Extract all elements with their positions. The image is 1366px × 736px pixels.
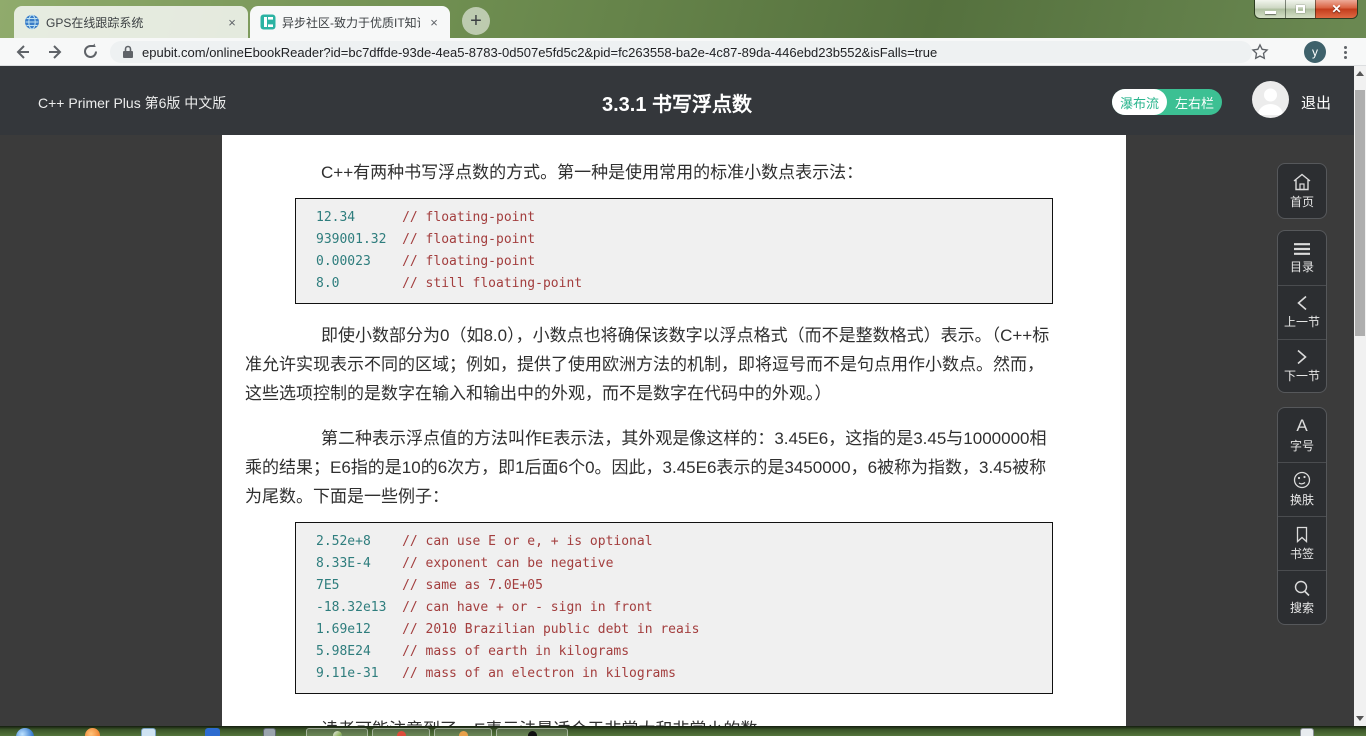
rail-search-button[interactable]: 搜索 [1278, 570, 1326, 624]
tab-title: 异步社区-致力于优质IT知识的出 [282, 15, 420, 30]
taskbar-app-icon[interactable] [85, 728, 100, 736]
restore-icon [1296, 5, 1305, 13]
new-tab-button[interactable]: + [462, 7, 490, 35]
rail-bookmark-button[interactable]: 书签 [1278, 516, 1326, 570]
taskbar-app-icon[interactable] [141, 728, 156, 736]
person-icon [1258, 88, 1283, 115]
book-content: C++有两种书写浮点数的方式。第一种是使用常用的标准小数点表示法： 12.34/… [222, 135, 1126, 726]
browser-tab-epubit-active[interactable]: 异步社区-致力于优质IT知识的出 × [250, 6, 450, 38]
toggle-columns[interactable]: 左右栏 [1167, 89, 1222, 115]
paragraph: 即使小数部分为0（如8.0），小数点也将确保该数字以浮点格式（而不是整数格式）表… [245, 326, 1050, 403]
start-orb-icon[interactable] [16, 728, 34, 736]
code-line: 9.11e-31// mass of an electron in kilogr… [316, 666, 677, 681]
close-icon: ✕ [1331, 2, 1342, 16]
minimize-button[interactable] [1255, 0, 1285, 18]
rail-theme-button[interactable]: 换肤 [1278, 462, 1326, 516]
windows-taskbar [0, 726, 1366, 736]
paragraph: 读者可能注意到了，E表示法最适合于非常大和非常小的数。 [245, 715, 1050, 726]
home-icon [1293, 173, 1311, 190]
code-line: 939001.32// floating-point [316, 232, 536, 247]
tray-icon[interactable] [1300, 728, 1314, 736]
bookmark-icon [1296, 526, 1308, 543]
chevron-right-icon [1297, 349, 1307, 365]
rail-prev-section-button[interactable]: 上一节 [1278, 285, 1326, 339]
menu-icon [1294, 242, 1310, 255]
restore-button[interactable] [1285, 0, 1315, 18]
rail-label: 书签 [1289, 546, 1314, 561]
code-line: 1.69e12// 2010 Brazilian public debt in … [316, 622, 700, 637]
lock-icon [123, 45, 133, 58]
address-bar[interactable]: epubit.com/onlineEbookReader?id=bc7dffde… [110, 41, 1252, 63]
refresh-button[interactable] [78, 40, 102, 64]
taskbar-app-button[interactable] [496, 728, 568, 736]
page-scrollbar [1354, 66, 1366, 726]
taskbar-app-button[interactable] [434, 728, 492, 736]
epubit-favicon-icon [260, 14, 276, 30]
logout-button[interactable]: 退出 [1301, 92, 1331, 113]
browser-menu-icon[interactable] [1336, 42, 1354, 62]
tab-title: GPS在线跟踪系统 [46, 15, 144, 30]
tab-close-icon[interactable]: × [426, 14, 442, 30]
tab-close-icon[interactable]: × [224, 14, 240, 30]
rail-toc-button[interactable]: 目录 [1278, 231, 1326, 285]
browser-tab-gps[interactable]: GPS在线跟踪系统 × [14, 6, 248, 38]
code-line: 2.52e+8// can use E or e, + is optional [316, 534, 653, 549]
palette-icon [1293, 471, 1311, 489]
rail-label: 上一节 [1283, 315, 1320, 329]
url-text: epubit.com/onlineEbookReader?id=bc7dffde… [142, 44, 938, 60]
rail-next-section-button[interactable]: 下一节 [1278, 339, 1326, 392]
close-button[interactable]: ✕ [1315, 0, 1357, 18]
scroll-down-arrow[interactable] [1354, 711, 1366, 726]
desktop: GPS在线跟踪系统 × 异步社区-致力于优质IT知识的出 × + ✕ [0, 0, 1366, 736]
bookmark-star-icon[interactable] [1250, 42, 1270, 62]
rail-home-button[interactable]: 首页 [1277, 163, 1327, 219]
taskbar-app-button[interactable] [372, 728, 430, 736]
code-line: 7E5// same as 7.0E+05 [316, 578, 543, 593]
code-line: 12.34// floating-point [316, 210, 536, 225]
taskbar-app-button[interactable] [306, 728, 368, 736]
back-arrow-icon [16, 44, 29, 59]
forward-button[interactable] [44, 40, 68, 64]
code-block-decimal: 12.34// floating-point 939001.32// float… [295, 198, 1053, 304]
browser-profile-avatar[interactable]: y [1304, 41, 1326, 63]
refresh-icon [83, 43, 97, 58]
user-avatar[interactable] [1252, 81, 1289, 118]
browser-toolbar: epubit.com/onlineEbookReader?id=bc7dffde… [0, 38, 1366, 66]
taskbar-app-icon[interactable] [263, 728, 276, 736]
rail-label: 搜索 [1289, 601, 1314, 615]
code-block-enotation: 2.52e+8// can use E or e, + is optional … [295, 522, 1053, 694]
code-line: 8.33E-4// exponent can be negative [316, 556, 614, 571]
rail-label: 字号 [1289, 438, 1314, 453]
taskbar-app-icon[interactable] [205, 728, 220, 736]
rail-tools-group: A 字号 换肤 书签 搜索 [1277, 407, 1327, 625]
minimize-icon [1264, 10, 1276, 14]
rail-nav-group: 目录 上一节 下一节 [1277, 230, 1327, 393]
code-line: 8.0// still floating-point [316, 276, 583, 291]
rail-label: 首页 [1289, 194, 1314, 209]
back-button[interactable] [10, 40, 34, 64]
globe-favicon-icon [25, 14, 39, 30]
code-line: 0.00023// floating-point [316, 254, 536, 269]
layout-toggle: 瀑布流 左右栏 [1112, 89, 1222, 115]
code-line: -18.32e13// can have + or - sign in fron… [316, 600, 653, 615]
window-controls: ✕ [1254, 0, 1358, 19]
chevron-left-icon [1297, 295, 1307, 311]
ebook-reader-page: C++ Primer Plus 第6版 中文版 3.3.1 书写浮点数 瀑布流 … [0, 66, 1354, 726]
paragraph: C++有两种书写浮点数的方式。第一种是使用常用的标准小数点表示法： [321, 163, 864, 182]
rail-label: 目录 [1289, 259, 1314, 274]
reader-header: C++ Primer Plus 第6版 中文版 3.3.1 书写浮点数 瀑布流 … [0, 66, 1354, 135]
forward-arrow-icon [49, 44, 62, 59]
search-icon [1294, 580, 1310, 597]
code-line: 5.98E24// mass of earth in kilograms [316, 644, 630, 659]
rail-font-size-button[interactable]: A 字号 [1278, 408, 1326, 462]
rail-label: 下一节 [1283, 369, 1320, 383]
font-size-icon: A [1296, 415, 1308, 435]
toggle-waterfall[interactable]: 瀑布流 [1112, 89, 1167, 115]
rail-label: 换肤 [1289, 493, 1314, 507]
paragraph: 第二种表示浮点值的方法叫作E表示法，其外观是像这样的：3.45E6，这指的是3.… [245, 429, 1047, 506]
scrollbar-thumb[interactable] [1355, 90, 1365, 336]
scroll-up-arrow[interactable] [1354, 66, 1366, 81]
